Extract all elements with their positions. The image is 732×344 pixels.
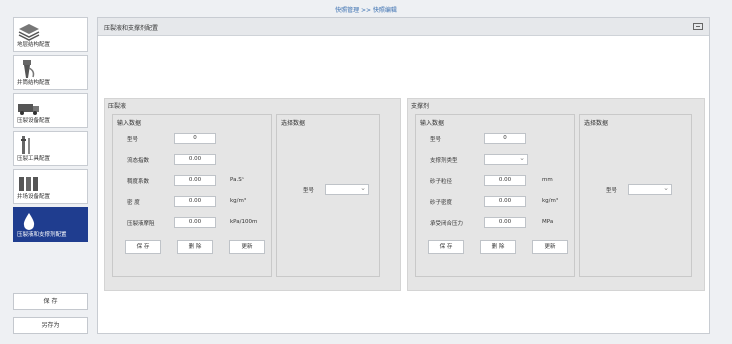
sidebar-item-frac-tools[interactable]: 压裂工具配置 [13,131,88,166]
droplet-icon [23,213,35,230]
proppant-input-title: 输入数据 [420,120,445,127]
proppant-model-input[interactable]: 0 [484,133,526,144]
collapse-icon[interactable] [693,23,703,30]
friction-label: 压裂液摩阻 [127,221,155,227]
fluid-select-title: 选择数据 [281,120,306,127]
proppant-select-title: 选择数据 [584,120,609,127]
save-as-button[interactable]: 另存为 [13,317,88,334]
fluid-select-group: 选择数据 型号 [276,114,380,277]
fluid-section: 压裂液 输入数据 型号 0 流态指数 0.00 稠度系数 0.00 Pa.Sⁿ … [104,98,401,291]
closure-pressure-input[interactable]: 0.00 [484,217,526,228]
sidebar-item-wellbore[interactable]: 井筒结构配置 [13,55,88,90]
sidebar-item-strata[interactable]: 地层结构配置 [13,17,88,52]
sidebar-item-label: 压裂液和支撑剂配置 [17,232,67,238]
sidebar-item-label: 地层结构配置 [17,42,51,48]
grain-size-unit: mm [542,177,553,183]
consistency-unit: Pa.Sⁿ [230,177,244,183]
flow-index-label: 流态指数 [127,158,150,164]
fluid-model-label: 型号 [127,137,139,143]
fluid-density-unit: kg/m³ [230,198,247,204]
consistency-input[interactable]: 0.00 [174,175,216,186]
sidebar-item-wellsite-equipment[interactable]: 井场设备配置 [13,169,88,204]
sidebar-item-fluid-proppant[interactable]: 压裂液和支撑剂配置 [13,207,88,242]
proppant-type-select[interactable] [484,154,528,165]
fluid-save-button[interactable]: 保 存 [125,240,161,254]
proppant-select-label: 型号 [606,188,618,194]
friction-unit: kPa/100m [230,219,258,225]
fluid-model-input[interactable]: 0 [174,133,216,144]
proppant-select-group: 选择数据 型号 [579,114,692,277]
sand-density-input[interactable]: 0.00 [484,196,526,207]
closure-pressure-label: 承受闭合压力 [430,221,464,227]
fluid-density-input[interactable]: 0.00 [174,196,216,207]
proppant-section: 支撑剂 输入数据 型号 0 支撑剂类型 砂子粒径 0.00 mm 砂子密度 0.… [407,98,705,291]
proppant-type-label: 支撑剂类型 [430,158,458,164]
tanks-icon [19,177,38,191]
fluid-input-title: 输入数据 [117,120,142,127]
proppant-save-button[interactable]: 保 存 [428,240,464,254]
grain-size-input[interactable]: 0.00 [484,175,526,186]
save-button[interactable]: 保 存 [13,293,88,310]
truck-icon [18,104,39,115]
sidebar-item-label: 井场设备配置 [17,194,51,200]
layers-icon [18,24,40,41]
consistency-label: 稠度系数 [127,179,150,185]
main-header: 压裂液和支撑剂配置 [98,18,709,36]
sidebar-item-label: 压裂设备配置 [17,118,51,124]
fluid-model-select[interactable] [325,184,369,195]
main-panel: 压裂液和支撑剂配置 压裂液 输入数据 型号 0 流态指数 0.00 稠度系数 0… [97,17,710,334]
proppant-model-label: 型号 [430,137,442,143]
sand-density-unit: kg/m³ [542,198,559,204]
proppant-update-button[interactable]: 更新 [532,240,568,254]
page-title: 压裂液和支撑剂配置 [104,25,159,32]
tool-icon [21,136,30,154]
wellbore-icon [23,60,35,78]
breadcrumb: 快照管理 >> 快照编辑 [335,7,397,14]
fluid-input-group: 输入数据 型号 0 流态指数 0.00 稠度系数 0.00 Pa.Sⁿ 密 度 … [112,114,272,277]
flow-index-input[interactable]: 0.00 [174,154,216,165]
sidebar-item-frac-equipment[interactable]: 压裂设备配置 [13,93,88,128]
fluid-update-button[interactable]: 更新 [229,240,265,254]
proppant-delete-button[interactable]: 删 除 [480,240,516,254]
fluid-section-title: 压裂液 [108,103,127,110]
friction-input[interactable]: 0.00 [174,217,216,228]
sand-density-label: 砂子密度 [430,200,453,206]
proppant-input-group: 输入数据 型号 0 支撑剂类型 砂子粒径 0.00 mm 砂子密度 0.00 k… [415,114,575,277]
proppant-model-select[interactable] [628,184,672,195]
sidebar-item-label: 井筒结构配置 [17,80,51,86]
fluid-density-label: 密 度 [127,200,140,206]
proppant-section-title: 支撑剂 [411,103,430,110]
sidebar-item-label: 压裂工具配置 [17,156,51,162]
fluid-delete-button[interactable]: 删 除 [177,240,213,254]
fluid-select-label: 型号 [303,188,315,194]
closure-pressure-unit: MPa [542,219,554,225]
grain-size-label: 砂子粒径 [430,179,453,185]
